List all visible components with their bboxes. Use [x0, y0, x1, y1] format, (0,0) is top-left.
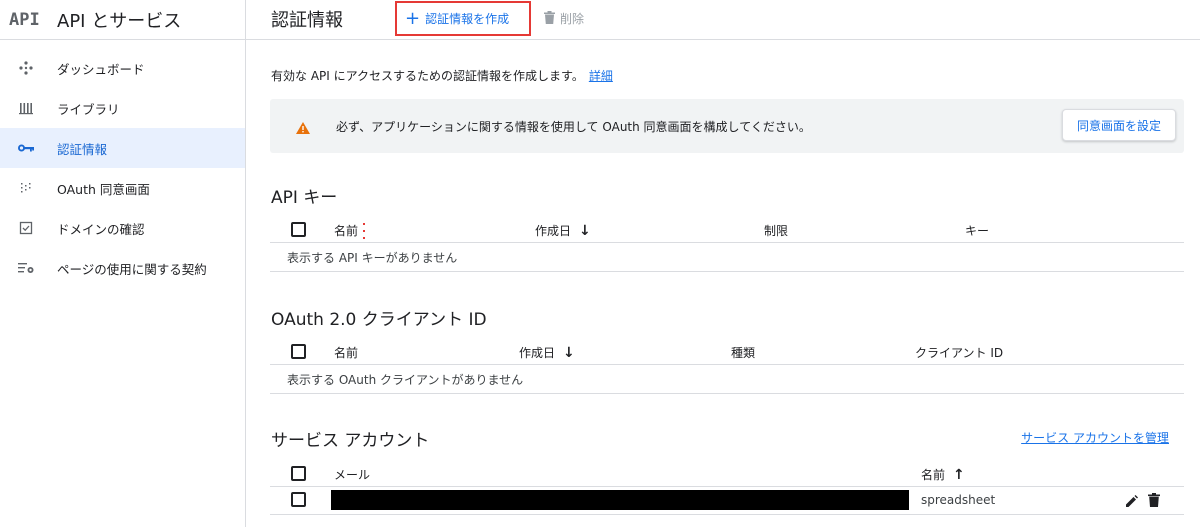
select-all-checkbox[interactable] [291, 222, 306, 237]
create-credentials-button[interactable]: + 認証情報を作成 [395, 1, 531, 36]
intro-text: 有効な API にアクセスするための認証情報を作成します。 詳細 [271, 67, 613, 84]
trash-icon [544, 9, 555, 28]
warning-icon [296, 119, 310, 138]
intro-description: 有効な API にアクセスするための認証情報を作成します。 [271, 69, 584, 83]
sidebar-item-oauth-consent[interactable]: OAuth 同意画面 [0, 168, 245, 208]
learn-more-link[interactable]: 詳細 [589, 69, 613, 83]
column-header-name[interactable]: 名前 [334, 344, 358, 361]
sidebar-item-credentials[interactable]: 認証情報 [0, 128, 245, 168]
sidebar-item-label: ダッシュボード [57, 61, 145, 77]
table-row[interactable]: spreadsheet [270, 487, 1184, 515]
sidebar-title: API とサービス [57, 10, 182, 32]
sidebar-item-label: ページの使用に関する契約 [57, 261, 207, 277]
red-dot-marks [363, 223, 365, 244]
arrow-down-icon: ↓ [563, 344, 575, 361]
empty-state-text: 表示する OAuth クライアントがありません [287, 373, 524, 387]
plus-icon: + [405, 7, 421, 29]
service-account-name: spreadsheet [921, 493, 996, 507]
page-title: 認証情報 [271, 10, 343, 31]
sidebar-item-label: ライブラリ [57, 101, 120, 117]
delete-label: 削除 [560, 12, 585, 26]
delete-button[interactable]: 削除 [544, 9, 584, 28]
column-header-created[interactable]: 作成日 ↓ [519, 344, 575, 361]
main-content: 有効な API にアクセスするための認証情報を作成します。 詳細 必ず、アプリケー… [246, 41, 1200, 527]
sidebar-item-label: ドメインの確認 [57, 221, 145, 237]
empty-state-text: 表示する API キーがありません [287, 251, 458, 265]
api-keys-table: 名前 作成日 ↓ 制限 キー 表示する API キーがありません [270, 217, 1184, 272]
api-keys-title: API キー [271, 188, 338, 208]
service-accounts-title: サービス アカウント [271, 431, 430, 451]
oauth-clients-title: OAuth 2.0 クライアント ID [271, 310, 487, 330]
key-icon [17, 139, 35, 157]
checkbox-icon [17, 219, 35, 237]
dashboard-icon [17, 59, 35, 77]
column-header-name[interactable]: 名前 [334, 222, 358, 239]
column-header-created-label: 作成日 [519, 346, 556, 360]
column-header-created[interactable]: 作成日 ↓ [535, 222, 591, 239]
table-header: 名前 作成日 ↓ 種類 クライアント ID [270, 339, 1184, 365]
sidebar-item-page-usage-agreements[interactable]: ページの使用に関する契約 [0, 248, 245, 288]
api-logo: API [9, 9, 40, 30]
library-icon [17, 99, 35, 117]
empty-state-row: 表示する OAuth クライアントがありません [270, 365, 1184, 394]
page-header: 認証情報 + 認証情報を作成 削除 [246, 0, 1200, 40]
oauth-clients-table: 名前 作成日 ↓ 種類 クライアント ID 表示する OAuth クライアントが… [270, 339, 1184, 394]
edit-icon[interactable] [1125, 493, 1139, 512]
sidebar-item-dashboard[interactable]: ダッシュボード [0, 48, 245, 88]
column-header-email[interactable]: メール [334, 466, 370, 483]
consent-icon [17, 179, 35, 197]
settings-list-icon [17, 259, 35, 277]
sidebar-item-label: OAuth 同意画面 [57, 181, 150, 197]
select-all-checkbox[interactable] [291, 466, 306, 481]
sidebar-header: API API とサービス [0, 0, 245, 40]
manage-service-accounts-link[interactable]: サービス アカウントを管理 [1021, 429, 1169, 446]
arrow-up-icon: ↑ [953, 466, 965, 483]
column-header-created-label: 作成日 [535, 224, 572, 238]
column-header-key[interactable]: キー [965, 222, 989, 239]
row-checkbox[interactable] [291, 492, 306, 507]
redacted-email [331, 490, 909, 510]
empty-state-row: 表示する API キーがありません [270, 243, 1184, 272]
warning-text: 必ず、アプリケーションに関する情報を使用して OAuth 同意画面を構成してくだ… [336, 120, 811, 134]
arrow-down-icon: ↓ [579, 222, 591, 239]
table-header: 名前 作成日 ↓ 制限 キー [270, 217, 1184, 243]
column-header-name[interactable]: 名前 ↑ [921, 466, 965, 483]
select-all-checkbox[interactable] [291, 344, 306, 359]
sidebar-item-domain-verification[interactable]: ドメインの確認 [0, 208, 245, 248]
sidebar-item-library[interactable]: ライブラリ [0, 88, 245, 128]
column-header-type[interactable]: 種類 [731, 344, 755, 361]
service-accounts-table: メール 名前 ↑ spreadsheet [270, 461, 1184, 515]
warning-banner: 必ず、アプリケーションに関する情報を使用して OAuth 同意画面を構成してくだ… [270, 99, 1184, 153]
column-header-client-id[interactable]: クライアント ID [915, 344, 1003, 361]
sidebar: API API とサービス ダッシュボード ライブラリ 認証情報 OAuth 同… [0, 0, 246, 527]
table-header: メール 名前 ↑ [270, 461, 1184, 487]
column-header-name-label: 名前 [921, 468, 946, 482]
trash-icon[interactable] [1148, 492, 1160, 511]
configure-consent-screen-button[interactable]: 同意画面を設定 [1062, 109, 1176, 141]
create-credentials-label: 認証情報を作成 [425, 12, 510, 26]
sidebar-item-label: 認証情報 [57, 141, 108, 157]
column-header-restrictions[interactable]: 制限 [764, 222, 788, 239]
